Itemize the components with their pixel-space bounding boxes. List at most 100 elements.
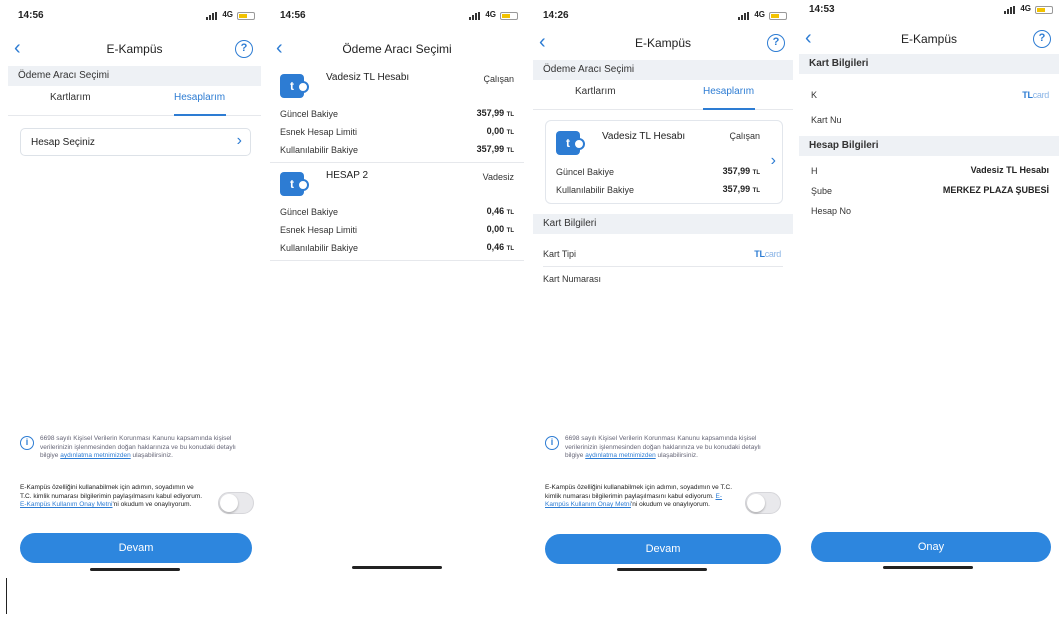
consent-link[interactable]: E-Kampüs Kullanım Onay Metni [20, 501, 112, 508]
account-branch: Vadesiz [482, 172, 514, 182]
status-time: 14:26 [543, 10, 569, 21]
available-balance-label: Kullanılabilir Bakiye [280, 243, 359, 253]
help-icon[interactable]: ? [767, 34, 785, 52]
current-balance-label: Güncel Bakiye [280, 207, 339, 217]
screen-confirmation: 14:53 4G ‹ E-Kampüs ? Kart Bilgileri K T… [799, 0, 1059, 578]
tab-accounts[interactable]: Hesaplarım [174, 92, 225, 103]
tlcard-logo: TLcard [1022, 90, 1049, 100]
available-balance-label: Kullanılabilir Bakiye [280, 145, 359, 155]
flex-limit-value: 0,00 TL [486, 126, 514, 136]
account-type-value: Vadesiz TL Hesabı [970, 165, 1049, 175]
status-time: 14:56 [18, 10, 44, 21]
account-branch: Çalışan [729, 131, 760, 141]
current-balance-value: 357,99 TL [722, 166, 760, 176]
screen-payment-method-accounts: 14:56 4G ‹ Ödeme Aracı Seçimi t Vadesiz … [270, 0, 524, 578]
kvkk-link[interactable]: aydınlatma metnimizden [585, 452, 655, 459]
help-icon[interactable]: ? [1033, 30, 1051, 48]
account-type-label: H [811, 166, 818, 176]
tab-bar: Kartlarım Hesaplarım [533, 80, 793, 110]
status-time: 14:56 [280, 10, 306, 21]
current-balance-label: Güncel Bakiye [556, 167, 615, 177]
page-title: Ödeme Aracı Seçimi [342, 42, 452, 56]
confirm-button[interactable]: Onay [811, 532, 1051, 562]
page-title: E-Kampüs [634, 36, 692, 50]
account-select-row[interactable]: Hesap Seçiniz › [20, 128, 251, 156]
consent-toggle[interactable] [745, 492, 781, 514]
section-card-info: Kart Bilgileri [533, 214, 793, 234]
kvkk-link[interactable]: aydınlatma metnimizden [60, 452, 130, 459]
account-branch: Çalışan [483, 74, 514, 84]
flex-limit-label: Esnek Hesap Limiti [280, 225, 358, 235]
account-name: Vadesiz TL Hesabı [326, 72, 410, 83]
section-card-info: Kart Bilgileri [799, 54, 1059, 74]
available-balance-value: 0,46 TL [486, 242, 514, 252]
available-balance-label: Kullanılabilir Bakiye [556, 185, 635, 195]
status-bar: 14:56 4G [8, 6, 261, 26]
home-indicator [883, 566, 973, 569]
card-type-label: K [811, 90, 818, 100]
divider [270, 260, 524, 261]
chevron-right-icon: › [770, 152, 776, 169]
kvkk-info-text: 6698 sayılı Kişisel Verilerin Korunması … [565, 435, 761, 459]
current-balance-value: 0,46 TL [486, 206, 514, 216]
network-label: 4G [1020, 4, 1031, 13]
section-account-info: Hesap Bilgileri [799, 136, 1059, 156]
nav-bar: ‹ E-Kampüs ? [799, 26, 1059, 54]
account-name: HESAP 2 [326, 170, 369, 181]
nav-bar: ‹ Ödeme Aracı Seçimi [270, 36, 524, 64]
network-label: 4G [222, 10, 233, 19]
consent-toggle[interactable] [218, 492, 254, 514]
signal-icon [469, 12, 480, 20]
help-icon[interactable]: ? [235, 40, 253, 58]
divider [543, 266, 783, 267]
card-number-label: Kart Nu [811, 115, 842, 125]
continue-button[interactable]: Devam [545, 534, 781, 564]
tab-cards[interactable]: Kartlarım [575, 86, 616, 97]
tl-account-icon: t [280, 172, 309, 196]
flex-limit-label: Esnek Hesap Limiti [280, 127, 358, 137]
status-time: 14:53 [809, 4, 835, 15]
available-balance-value: 357,99 TL [722, 184, 760, 194]
continue-button[interactable]: Devam [20, 533, 252, 563]
battery-icon [237, 12, 255, 20]
home-indicator [352, 566, 442, 569]
signal-icon [206, 12, 217, 20]
tab-accounts[interactable]: Hesaplarım [703, 86, 754, 97]
consent-text: E-Kampüs özelliğini kullanabilmek için a… [20, 484, 203, 508]
kvkk-info-text: 6698 sayılı Kişisel Verilerin Korunması … [40, 435, 236, 459]
text-cursor [6, 578, 7, 614]
tl-account-icon: t [280, 74, 309, 98]
current-balance-value: 357,99 TL [476, 108, 514, 118]
network-label: 4G [485, 10, 496, 19]
consent-text: E-Kampüs özelliğini kullanabilmek için a… [545, 484, 733, 508]
account-name: Vadesiz TL Hesabı [602, 131, 686, 142]
network-label: 4G [754, 10, 765, 19]
tlcard-logo: TLcard [754, 249, 781, 259]
branch-label: Şube [811, 186, 833, 196]
tab-active-underline [703, 108, 755, 110]
page-title: E-Kampüs [106, 42, 163, 56]
status-bar: 14:56 4G [270, 6, 524, 26]
info-icon: i [545, 436, 559, 450]
status-bar: 14:53 4G [799, 0, 1059, 20]
screen-account-select-empty: 14:56 4G ‹ E-Kampüs ? Ödeme Aracı Seçimi… [8, 0, 261, 578]
battery-icon [500, 12, 518, 20]
section-payment-method: Ödeme Aracı Seçimi [8, 66, 261, 86]
home-indicator [617, 568, 707, 571]
status-bar: 14:26 4G [533, 6, 793, 26]
card-type-label: Kart Tipi [543, 249, 577, 259]
battery-icon [769, 12, 787, 20]
page-title: E-Kampüs [900, 32, 958, 46]
available-balance-value: 357,99 TL [476, 144, 514, 154]
battery-icon [1035, 6, 1053, 14]
section-payment-method: Ödeme Aracı Seçimi [533, 60, 793, 80]
account-no-label: Hesap No [811, 206, 852, 216]
signal-icon [738, 12, 749, 20]
screen-account-selected: 14:26 4G ‹ E-Kampüs ? Ödeme Aracı Seçimi… [533, 0, 793, 578]
nav-bar: ‹ E-Kampüs ? [533, 30, 793, 58]
tab-bar: Kartlarım Hesaplarım [8, 86, 261, 116]
account-select-label: Hesap Seçiniz [31, 137, 95, 148]
tab-cards[interactable]: Kartlarım [50, 92, 91, 103]
selected-account-card[interactable]: t Vadesiz TL Hesabı Çalışan › Güncel Bak… [545, 120, 783, 204]
current-balance-label: Güncel Bakiye [280, 109, 339, 119]
